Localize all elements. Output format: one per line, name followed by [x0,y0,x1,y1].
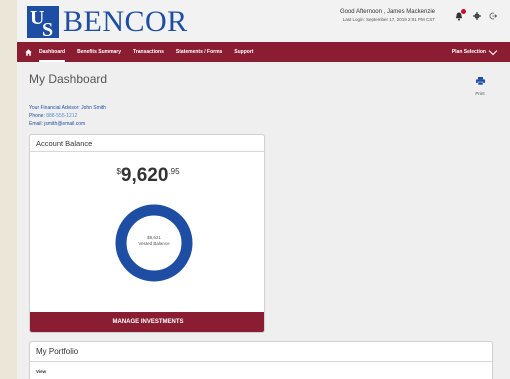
account-balance-title: Account Balance [30,135,264,152]
balance-currency: $ [116,167,121,176]
home-icon[interactable] [25,42,35,62]
my-portfolio-card: My Portfolio View [29,341,493,379]
account-balance-card: Account Balance $9,620.95 $9,621 Vested … [29,134,265,333]
greeting-text: Good Afternoon , James Mackenzie [339,9,435,15]
advisor-phone-row: Phone: 888-555-1212 [29,112,106,120]
donut-center-label: $9,621 Vested Balance [114,235,194,246]
notification-badge [461,9,466,14]
plan-selection-dropdown[interactable]: Plan Selection [451,42,498,62]
advisor-phone-link[interactable]: 888-555-1212 [46,113,77,119]
top-header: U S BENCOR Good Afternoon , James Macken… [17,0,510,42]
logo-mark: U S [27,6,59,41]
app-frame: U S BENCOR Good Afternoon , James Macken… [17,0,510,379]
print-button[interactable]: Print [473,72,487,96]
logout-icon[interactable] [488,11,498,21]
balance-cents: .95 [168,167,180,176]
plan-selection-label: Plan Selection [451,49,486,55]
advisor-info: Your Financial Advisor: John Smith Phone… [29,104,106,128]
advisor-name: Your Financial Advisor: John Smith [29,105,107,111]
my-portfolio-title: My Portfolio [30,342,492,362]
portfolio-view-label[interactable]: View [30,369,492,374]
bell-icon[interactable] [454,9,466,21]
advisor-email[interactable]: Email: jsmith@email.com [29,120,106,128]
balance-amount: $9,620.95 [30,165,264,187]
logo-text: BENCOR [63,5,188,38]
usbencor-logo[interactable]: U S BENCOR [27,5,188,41]
gear-icon[interactable] [472,11,482,21]
nav-statements-forms[interactable]: Statements / Forms [176,42,222,62]
nav-benefits-summary[interactable]: Benefits Summary [77,42,121,62]
last-login-text: Last Login: September 17, 2019 2:01 PM C… [342,17,435,22]
nav-support[interactable]: Support [234,42,253,62]
manage-investments-button[interactable]: MANAGE INVESTMENTS [30,312,264,332]
nav-transactions[interactable]: Transactions [133,42,164,62]
page-title: My Dashboard [29,72,108,86]
donut-caption: Vested Balance [138,240,170,246]
logo-mark-s: S [42,19,54,41]
printer-icon [475,77,485,86]
print-label: Print [475,91,485,96]
main-nav: Dashboard Benefits Summary Transactions … [17,42,510,62]
chevron-down-icon [488,46,498,55]
advisor-phone-label: Phone: [29,113,45,119]
user-greeting: Good Afternoon , James Mackenzie Last Lo… [335,9,435,22]
balance-whole: 9,620 [120,165,169,186]
nav-dashboard[interactable]: Dashboard [39,42,66,62]
